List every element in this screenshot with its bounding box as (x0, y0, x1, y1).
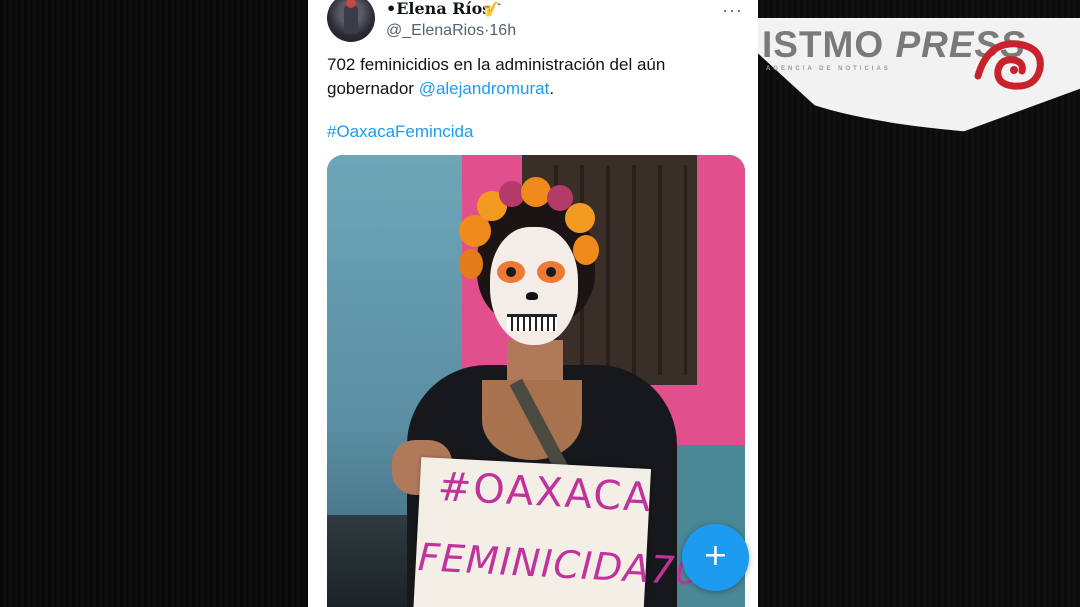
handle[interactable]: @_ElenaRios (386, 22, 484, 39)
tweet-text: 702 feminicidios en la administración de… (327, 55, 666, 98)
compose-plus-button[interactable]: + (682, 524, 749, 591)
handle-time: @_ElenaRios·16h (386, 22, 516, 40)
timestamp[interactable]: 16h (489, 22, 516, 39)
mention-link[interactable]: @alejandromurat (419, 79, 550, 98)
tweet-card[interactable]: •Elena Ríos 🎷 @_ElenaRios·16h ··· 702 fe… (308, 0, 758, 607)
logo-swirl-icon (974, 40, 1044, 90)
saxophone-icon: 🎷 (483, 1, 502, 18)
sign-line-1: #OAXACA (436, 464, 654, 522)
protest-sign: #OAXACA FEMINICIDA702 (412, 457, 727, 607)
tweet-photo[interactable]: #OAXACA FEMINICIDA702 (327, 155, 745, 607)
watermark-subtitle: AGENCIA DE NOTICIAS (766, 66, 891, 72)
avatar[interactable] (327, 0, 375, 42)
hashtag-link[interactable]: #OaxacaFemincida (327, 122, 473, 142)
more-icon[interactable]: ··· (722, 0, 743, 21)
background-left (0, 0, 308, 607)
display-name[interactable]: •Elena Ríos (386, 0, 491, 18)
